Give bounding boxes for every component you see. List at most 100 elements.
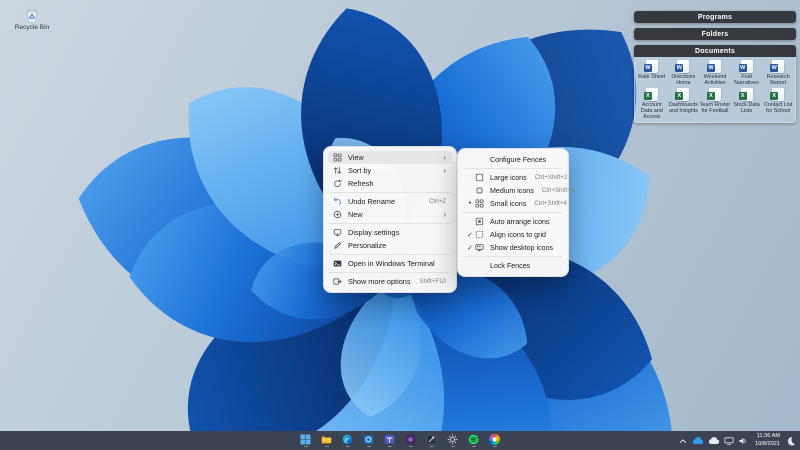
menu-item-undo-rename[interactable]: Undo Rename Ctrl+Z xyxy=(328,195,452,208)
excel-file-icon: X xyxy=(706,88,721,102)
spotify-icon xyxy=(468,434,479,445)
taskbar-clock[interactable]: 11:36 AM 10/8/2021 xyxy=(755,433,780,448)
settings-button[interactable] xyxy=(446,431,459,450)
app-purple-button[interactable] xyxy=(404,431,417,450)
clock-date: 10/8/2021 xyxy=(755,440,780,447)
large-icons-icon xyxy=(474,173,484,182)
fence-folders-title[interactable]: Folders xyxy=(634,28,796,40)
focus-assist-moon-icon[interactable] xyxy=(786,436,796,446)
excel-file-icon: X xyxy=(770,88,785,102)
file-word-0[interactable]: W Rate Sheet xyxy=(636,60,668,86)
taskbar: 11:36 AM 10/8/2021 xyxy=(0,431,800,450)
menu-separator xyxy=(463,168,563,169)
menu-item-open-windows-terminal[interactable]: Open in Windows Terminal xyxy=(328,257,452,270)
file-excel-1[interactable]: X Dashboards and Insights xyxy=(668,88,700,120)
undo-icon xyxy=(332,197,342,206)
submenu-item-align-icons-to-grid[interactable]: ✓ Align icons to grid xyxy=(462,228,564,241)
file-explorer-button[interactable] xyxy=(320,431,333,450)
file-excel-0[interactable]: X Account Data and Access xyxy=(636,88,668,120)
personalize-icon xyxy=(332,241,342,250)
terminal-icon xyxy=(332,259,342,268)
menu-item-display-settings[interactable]: Display settings xyxy=(328,226,452,239)
file-excel-4[interactable]: X Contact List for School xyxy=(762,88,794,120)
new-plus-icon xyxy=(332,210,342,219)
onedrive-icon[interactable] xyxy=(692,436,704,445)
notes-app-icon xyxy=(426,434,437,445)
menu-item-new[interactable]: New › xyxy=(328,208,452,221)
menu-separator xyxy=(329,223,451,224)
weather-cloud-icon[interactable] xyxy=(708,436,720,445)
taskbar-tray: 11:36 AM 10/8/2021 xyxy=(678,431,796,450)
edge-icon xyxy=(342,434,353,445)
submenu-chevron-icon: › xyxy=(443,209,446,219)
tray-chevron-up-icon[interactable] xyxy=(678,437,688,445)
submenu-item-auto-arrange-icons[interactable]: Auto arrange icons xyxy=(462,215,564,228)
recycle-bin-icon xyxy=(26,9,38,23)
excel-file-icon: X xyxy=(643,88,658,102)
check-icon: ✓ xyxy=(467,231,473,239)
desktop: Recycle Bin Programs Folders Documents W… xyxy=(0,0,800,450)
notes-app-button[interactable] xyxy=(425,431,438,450)
outlook-button[interactable] xyxy=(362,431,375,450)
start-button[interactable] xyxy=(299,431,312,450)
fence-documents-body: W Rate Sheet W Directions Home W Weekend… xyxy=(634,57,796,124)
menu-item-personalize[interactable]: Personalize xyxy=(328,239,452,252)
submenu-item-lock-fences[interactable]: Lock Fences xyxy=(462,259,564,272)
refresh-icon xyxy=(332,179,342,188)
file-excel-2[interactable]: X Team Roster for Football xyxy=(699,88,731,120)
display-icon xyxy=(332,228,342,237)
file-word-4[interactable]: W Research Report xyxy=(762,60,794,86)
spotify-button[interactable] xyxy=(467,431,480,450)
sort-icon xyxy=(332,166,342,175)
file-word-1[interactable]: W Directions Home xyxy=(668,60,700,86)
word-file-icon: W xyxy=(770,60,785,73)
file-word-3[interactable]: W Fruit Narratives xyxy=(731,60,763,86)
menu-item-show-more-options[interactable]: Show more options Shift+F10 xyxy=(328,275,452,288)
submenu-item-small-icons[interactable]: • Small icons Ctrl+Shift+4 xyxy=(462,197,567,210)
teams-icon xyxy=(384,435,395,444)
menu-separator xyxy=(329,192,451,193)
small-icons-icon xyxy=(474,199,484,208)
word-file-icon: W xyxy=(675,60,690,73)
context-menu: View › Sort by › Refresh Undo Rename Ctr… xyxy=(323,146,457,293)
photos-app-button[interactable] xyxy=(488,431,501,450)
file-word-2[interactable]: W Weekend Activities xyxy=(699,60,731,86)
menu-item-refresh[interactable]: Refresh xyxy=(328,177,452,190)
taskbar-center-icons xyxy=(299,431,501,450)
submenu-item-configure-fences[interactable]: Configure Fences xyxy=(462,153,564,166)
fence-documents-title[interactable]: Documents xyxy=(634,45,796,57)
desktop-icons-icon xyxy=(474,243,484,252)
recycle-bin-label: Recycle Bin xyxy=(14,24,50,31)
submenu-chevron-icon: › xyxy=(443,152,446,162)
file-explorer-icon xyxy=(321,436,332,444)
fence-documents: Documents W Rate Sheet W Directions Home… xyxy=(634,45,796,124)
clock-time: 11:36 AM xyxy=(756,433,780,440)
recycle-bin[interactable]: Recycle Bin xyxy=(10,7,54,31)
check-icon: ✓ xyxy=(467,244,473,252)
fence-folders[interactable]: Folders xyxy=(634,28,796,40)
menu-separator xyxy=(329,254,451,255)
more-options-icon xyxy=(332,277,342,286)
menu-separator xyxy=(463,212,563,213)
excel-file-icon: X xyxy=(675,88,690,102)
selected-bullet: • xyxy=(468,200,472,207)
excel-file-icon: X xyxy=(738,88,753,102)
word-file-icon: W xyxy=(706,60,721,73)
start-icon xyxy=(300,434,311,445)
submenu-chevron-icon: › xyxy=(443,165,446,175)
file-excel-3[interactable]: X Stock Data Lists xyxy=(731,88,763,120)
network-display-icon[interactable] xyxy=(724,436,734,445)
teams-button[interactable] xyxy=(383,431,396,450)
word-file-icon: W xyxy=(643,60,658,73)
volume-icon[interactable] xyxy=(738,437,748,445)
edge-button[interactable] xyxy=(341,431,354,450)
submenu-item-large-icons[interactable]: Large icons Ctrl+Shift+2 xyxy=(462,171,567,184)
menu-separator xyxy=(329,272,451,273)
fence-programs-title[interactable]: Programs xyxy=(634,11,796,23)
fence-programs[interactable]: Programs xyxy=(634,11,796,23)
submenu-item-medium-icons[interactable]: Medium icons Ctrl+Shift+3 xyxy=(462,184,574,197)
menu-item-sort-by[interactable]: Sort by › xyxy=(328,164,452,177)
menu-item-view[interactable]: View › xyxy=(328,151,452,164)
submenu-item-show-desktop-icons[interactable]: ✓ Show desktop icons xyxy=(462,241,564,254)
word-file-icon: W xyxy=(738,60,753,73)
